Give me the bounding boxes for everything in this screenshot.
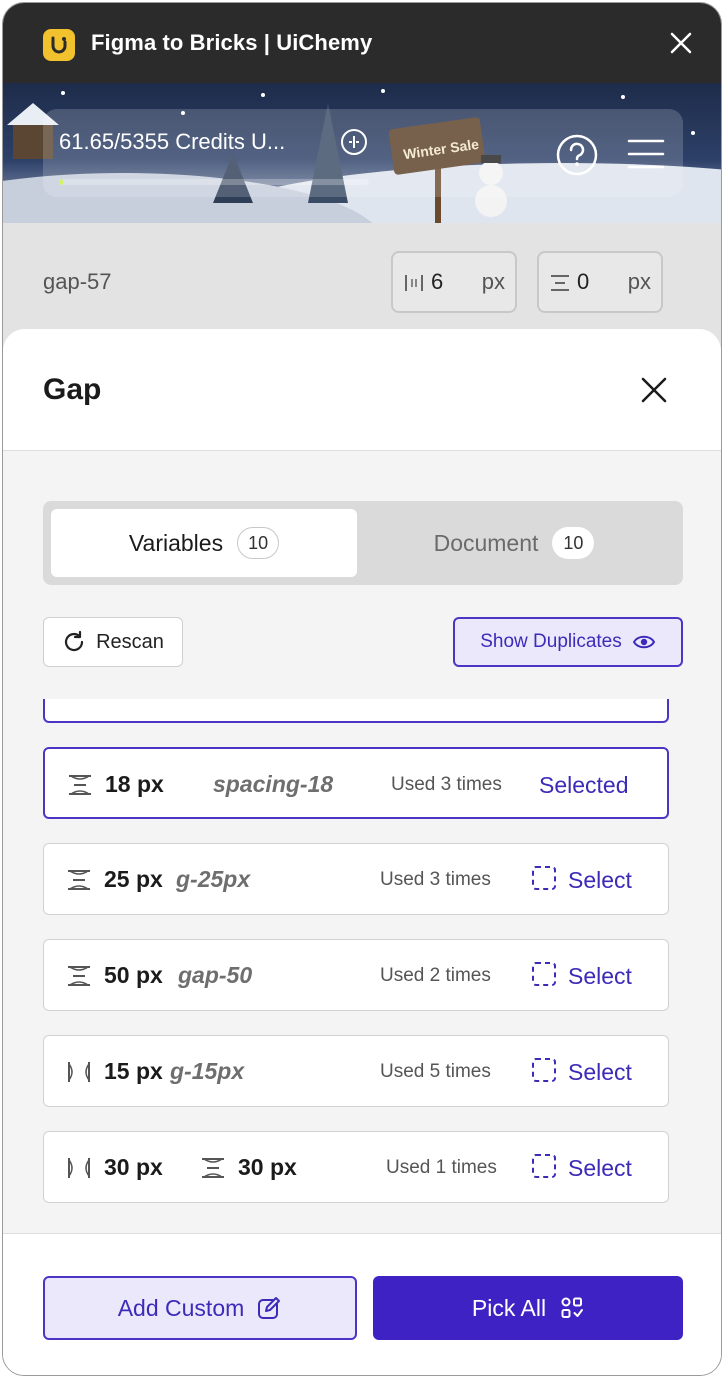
column-gap-icon xyxy=(66,1060,92,1089)
gap-variable-list: 18 px spacing-18 Used 3 times Selected 2… xyxy=(3,699,721,1233)
title-bar: Figma to Bricks | UiChemy xyxy=(3,3,721,83)
modal-header: Gap xyxy=(3,329,721,451)
usage-count: Used 3 times xyxy=(391,774,502,795)
info-icon[interactable] xyxy=(339,127,369,162)
gap-alias: g-15px xyxy=(170,1058,245,1084)
plugin-window: Figma to Bricks | UiChemy Winter Sale 61… xyxy=(2,2,722,1376)
list-item-partial[interactable] xyxy=(43,699,669,723)
tab-variables[interactable]: Variables 10 xyxy=(51,509,357,577)
winter-banner: Winter Sale 61.65/5355 Credits U... xyxy=(3,83,721,223)
select-button[interactable]: Select xyxy=(568,1155,632,1182)
gap-value: 18 px xyxy=(105,771,164,797)
add-custom-label: Add Custom xyxy=(117,1294,245,1321)
usage-count: Used 1 times xyxy=(386,1157,497,1178)
rescan-label: Rescan xyxy=(96,630,164,653)
list-item[interactable]: 15 px g-15px Used 5 times Select xyxy=(43,1035,669,1107)
hamburger-menu-icon[interactable] xyxy=(627,137,665,176)
row-gap-icon xyxy=(549,273,571,299)
edit-icon xyxy=(258,1297,281,1319)
variables-document-toggle: Variables 10 Document 10 xyxy=(43,501,683,585)
pick-all-grid-icon xyxy=(561,1297,584,1318)
gap-value: 50 px xyxy=(104,962,163,988)
gap-value: 15 px xyxy=(104,1058,163,1084)
gap-value: 25 px xyxy=(104,866,163,892)
modal-footer: Add Custom Pick All xyxy=(3,1233,721,1375)
credits-progress-bar xyxy=(59,179,369,185)
list-item[interactable]: 50 px gap-50 Used 2 times Select xyxy=(43,939,669,1011)
tab-document[interactable]: Document 10 xyxy=(361,509,667,577)
show-duplicates-label: Show Duplicates xyxy=(480,631,622,652)
row-gap-value: 0 xyxy=(577,269,590,294)
select-button[interactable]: Select xyxy=(568,1059,632,1086)
select-dashed-icon xyxy=(530,960,558,993)
credits-usage-text: 61.65/5355 Credits U... xyxy=(59,129,286,154)
gap-variable-name: gap-57 xyxy=(43,269,112,294)
column-gap-input[interactable]: 6 px xyxy=(391,251,517,313)
column-gap-icon xyxy=(403,273,425,299)
column-gap-value: 6 xyxy=(431,269,444,294)
show-duplicates-button[interactable]: Show Duplicates xyxy=(453,617,683,667)
select-button[interactable]: Select xyxy=(568,867,632,894)
select-dashed-icon xyxy=(530,864,558,897)
credits-panel: 61.65/5355 Credits U... xyxy=(43,109,683,197)
row-gap-value: 30 px xyxy=(238,1154,297,1180)
tab-variables-label: Variables xyxy=(128,529,224,556)
row-gap-icon xyxy=(200,1156,226,1185)
select-dashed-icon xyxy=(530,1152,558,1185)
close-window-icon[interactable] xyxy=(667,29,695,57)
pick-all-button[interactable]: Pick All xyxy=(373,1276,683,1340)
gap-alias: gap-50 xyxy=(178,962,253,988)
close-modal-icon[interactable] xyxy=(639,375,669,410)
window-title: Figma to Bricks | UiChemy xyxy=(91,30,373,55)
credits-progress-fill xyxy=(59,179,63,185)
tab-document-label: Document xyxy=(433,529,539,556)
column-gap-value: 30 px xyxy=(104,1154,163,1180)
tab-document-count: 10 xyxy=(552,527,595,559)
background-gap-row: gap-57 6 px 0 px xyxy=(3,223,721,331)
row-gap-icon xyxy=(66,868,92,897)
list-item[interactable]: 18 px spacing-18 Used 3 times Selected xyxy=(43,747,669,819)
list-item[interactable]: 25 px g-25px Used 3 times Select xyxy=(43,843,669,915)
rescan-button[interactable]: Rescan xyxy=(43,617,183,667)
row-gap-unit: px xyxy=(627,269,651,294)
tab-variables-count: 10 xyxy=(237,527,280,559)
gap-modal: Gap Variables 10 Document 10 Rescan Show xyxy=(3,329,721,1375)
gap-alias: spacing-18 xyxy=(213,771,334,797)
usage-count: Used 5 times xyxy=(380,1061,491,1082)
select-button[interactable]: Select xyxy=(568,963,632,990)
uichemy-logo-icon xyxy=(43,29,75,61)
selected-label[interactable]: Selected xyxy=(539,772,629,799)
add-custom-button[interactable]: Add Custom xyxy=(43,1276,357,1340)
gap-alias: g-25px xyxy=(176,866,251,892)
column-gap-icon xyxy=(66,1156,92,1185)
refresh-icon xyxy=(65,630,84,652)
usage-count: Used 2 times xyxy=(380,965,491,986)
list-item[interactable]: 30 px 30 px Used 1 times Select xyxy=(43,1131,669,1203)
eye-icon xyxy=(632,635,655,649)
column-gap-unit: px xyxy=(481,269,505,294)
usage-count: Used 3 times xyxy=(380,869,491,890)
help-icon[interactable] xyxy=(555,133,599,182)
select-dashed-icon xyxy=(530,1056,558,1089)
row-gap-input[interactable]: 0 px xyxy=(537,251,663,313)
modal-title: Gap xyxy=(43,373,102,406)
row-gap-icon xyxy=(66,964,92,993)
pick-all-label: Pick All xyxy=(471,1294,547,1321)
row-gap-icon xyxy=(67,773,93,802)
